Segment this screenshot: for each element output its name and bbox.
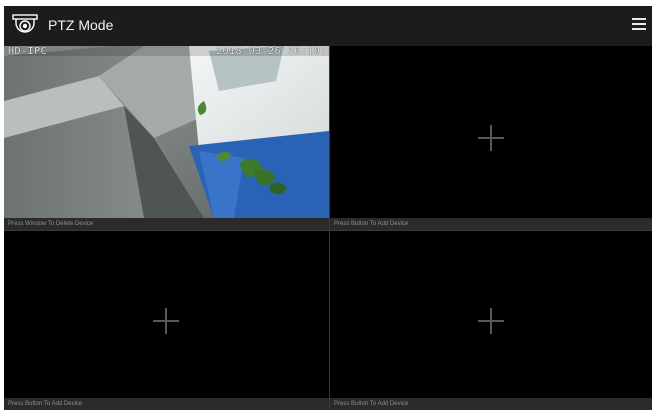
hamburger-menu-icon[interactable] [632,17,646,31]
grid-divider-vertical [329,46,330,410]
add-plus-icon[interactable] [153,308,179,334]
top-bar: PTZ Mode [4,6,652,46]
camera-feed-image [4,46,329,218]
grid-divider-horizontal [4,230,652,231]
dome-camera-icon [12,14,38,33]
osd-timestamp: 2018-03-26 16:10:13 [216,46,329,57]
add-plus-icon[interactable] [478,308,504,334]
video-pane-4[interactable]: Press Button To Add Device [330,231,652,410]
video-pane-1[interactable]: HD-IPC 2018-03-26 16:10:13 Press Window … [4,46,329,230]
add-plus-icon[interactable] [478,125,504,151]
pane-footer-hint: Press Button To Add Device [4,398,329,410]
page-title: PTZ Mode [48,17,114,33]
pane-footer-hint: Press Button To Add Device [330,398,652,410]
video-pane-3[interactable]: Press Button To Add Device [4,231,329,410]
video-pane-2[interactable]: Press Button To Add Device [330,46,652,230]
pane-footer-hint: Press Button To Add Device [330,218,652,230]
osd-device-name: HD-IPC [8,46,48,57]
pane-footer-hint: Press Window To Delete Device [4,218,329,230]
app-window: PTZ Mode HD-IPC 2018-03-26 16:10:13 Pres… [4,6,652,410]
